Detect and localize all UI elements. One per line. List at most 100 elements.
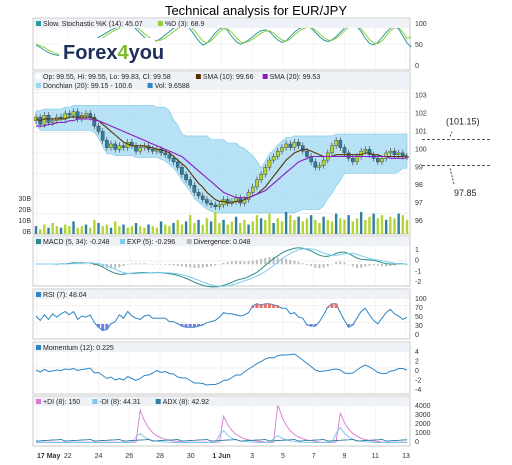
volume-tick-label: 10B <box>19 218 32 225</box>
legend-swatch <box>92 399 98 404</box>
y-tick-label: 0 <box>415 63 419 70</box>
x-tick-label: 30 <box>187 453 195 460</box>
volume-bar <box>84 224 88 234</box>
candle-body <box>363 149 368 152</box>
rsi-overbought-fill <box>259 304 263 308</box>
volume-bar <box>122 224 125 234</box>
x-tick-label: 13 <box>402 453 410 460</box>
rsi-overbought-fill <box>334 303 338 308</box>
volume-bar <box>368 216 371 234</box>
divergence-bar <box>243 261 246 265</box>
volume-bar <box>68 226 71 234</box>
rsi-overbought-fill <box>263 303 267 308</box>
volume-bar <box>314 219 317 234</box>
legend-item: +DI (8): 150 <box>43 399 80 406</box>
divergence-bar <box>235 260 238 265</box>
candle-body <box>175 161 180 168</box>
candle-body <box>330 145 334 154</box>
volume-bar <box>164 224 167 234</box>
volume-bar <box>347 215 350 234</box>
divergence-bar <box>168 264 171 266</box>
volume-bar <box>259 218 263 234</box>
candle-body <box>100 131 105 141</box>
x-tick-label: 28 <box>156 453 164 460</box>
volume-bar <box>397 213 400 234</box>
volume-bar <box>109 227 113 234</box>
legend-item: ADX (8): 42.92 <box>163 399 209 406</box>
x-tick-label: 11 <box>372 453 379 460</box>
rsi-oversold-fill <box>201 324 205 325</box>
candle-body <box>263 167 268 175</box>
candle-body <box>313 161 318 168</box>
volume-bar <box>155 227 159 234</box>
volume-tick-label: 20B <box>19 207 32 214</box>
rsi-oversold-fill <box>313 324 317 327</box>
legend-item: Slow. Stochastic %K (14): 45.07 <box>43 21 143 28</box>
divergence-bar <box>172 264 175 266</box>
candle-body <box>376 158 380 163</box>
candle-body <box>121 145 126 148</box>
divergence-bar <box>205 264 208 267</box>
y-tick-label: 2 <box>415 359 419 366</box>
rsi-overbought-fill <box>255 303 259 308</box>
volume-bar <box>88 227 92 234</box>
x-tick-label: 5 <box>281 453 285 460</box>
volume-bar <box>251 221 254 234</box>
y-tick-label: -2 <box>415 378 421 385</box>
volume-bar <box>197 219 200 234</box>
legend-item: SMA (20): 99.53 <box>270 74 321 81</box>
divergence-bar <box>305 264 308 266</box>
volume-bar <box>401 215 405 234</box>
rsi-oversold-fill <box>101 324 105 331</box>
volume-bar <box>126 227 129 234</box>
volume-tick-label: 30B <box>19 196 32 203</box>
volume-bar <box>339 218 342 234</box>
candle-body <box>188 179 193 186</box>
legend-swatch <box>120 239 125 244</box>
legend-item: Op: 99.55, Hi: 99.55, Lo: 99.83, Cl: 99.… <box>43 74 171 81</box>
volume-bar <box>218 223 221 234</box>
y-tick-label: 50 <box>415 314 423 321</box>
candle-body <box>334 140 338 146</box>
volume-bar <box>222 219 225 234</box>
divergence-bar <box>180 264 183 267</box>
divergence-bar <box>210 264 213 267</box>
volume-bar <box>226 224 229 234</box>
price-tick-label: 101 <box>415 128 427 135</box>
volume-bar <box>284 212 288 234</box>
candle-body <box>184 174 188 181</box>
legend-swatch <box>36 21 41 26</box>
target-up-label: (101.15) <box>446 117 480 127</box>
divergence-bar <box>285 258 288 265</box>
divergence-bar <box>368 264 371 266</box>
volume-bar <box>372 213 375 234</box>
divergence-bar <box>326 264 329 267</box>
legend-swatch <box>157 21 163 26</box>
candle-body <box>180 167 184 175</box>
divergence-bar <box>122 264 125 267</box>
candle-body <box>163 152 168 155</box>
upper-arrow <box>449 131 453 137</box>
volume-bar <box>43 224 46 234</box>
volume-bar <box>209 221 213 234</box>
volume-bar <box>322 216 325 234</box>
y-tick-label: 1000 <box>415 430 431 437</box>
divergence-bar <box>176 264 179 266</box>
volume-bar <box>193 223 196 234</box>
candle-body <box>67 113 72 116</box>
y-tick-label: 30 <box>415 323 423 330</box>
volume-bar <box>280 221 284 234</box>
volume-bar <box>334 213 338 234</box>
candle-body <box>84 113 88 116</box>
volume-bar <box>355 218 359 234</box>
candle-body <box>355 156 359 163</box>
rsi-oversold-fill <box>351 324 355 325</box>
price-tick-label: 98 <box>415 182 423 189</box>
divergence-bar <box>135 263 138 265</box>
divergence-bar <box>155 263 158 265</box>
volume-bar <box>318 223 321 234</box>
candle-body <box>75 111 80 120</box>
candle-body <box>250 186 255 193</box>
volume-bar <box>180 224 184 234</box>
divergence-bar <box>139 263 142 265</box>
